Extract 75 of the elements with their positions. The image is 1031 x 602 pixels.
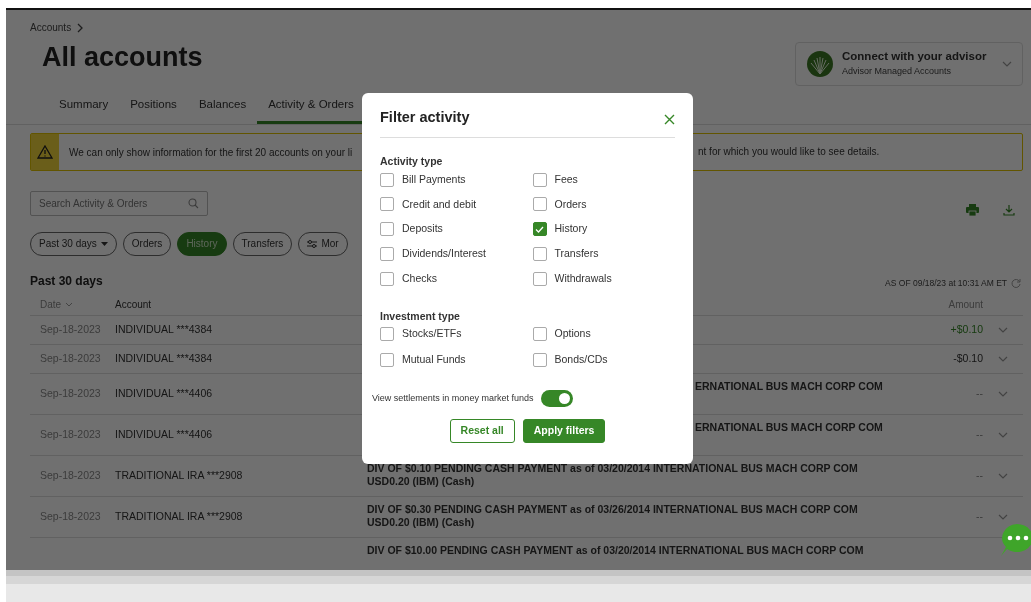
table-cell: TRADITIONAL IRA ***2908 xyxy=(115,468,243,481)
filter-chip[interactable]: Transfers xyxy=(232,231,293,256)
table-cell: INDIVIDUAL ***4406 xyxy=(115,386,213,399)
timestamp: AS OF 09/18/23 at 10:31 AM ET xyxy=(885,277,1007,290)
chevron-down-icon[interactable] xyxy=(998,356,1008,363)
checkbox-option[interactable]: Options xyxy=(532,326,675,342)
checkbox-option[interactable]: Mutual Funds xyxy=(380,352,523,368)
checkbox-option[interactable]: Orders xyxy=(532,196,675,213)
description-text: USD0.20 (IBM) (Cash) xyxy=(367,516,476,531)
amount: -- xyxy=(976,509,983,522)
toggle-switch[interactable] xyxy=(541,389,574,407)
description-text: DIV OF $0.10 PENDING CASH PAYMENT as of 03/20/2014 INTERNATIONAL BUS MACH CORP COM xyxy=(367,461,859,476)
checkbox-option[interactable]: Checks xyxy=(380,270,523,287)
chevron-down-icon[interactable] xyxy=(998,432,1008,439)
search-field[interactable]: Search Activity & Orders xyxy=(30,190,208,216)
description-text: ERNATIONAL BUS MACH CORP COM xyxy=(695,420,883,435)
page-title: All accounts xyxy=(42,41,203,74)
apply-button[interactable]: Apply filters xyxy=(522,418,606,443)
logo-icon xyxy=(806,49,834,78)
description-text: ERNATIONAL BUS MACH CORP COM xyxy=(695,379,883,394)
chevron-down-icon[interactable] xyxy=(998,473,1008,480)
checkbox-option[interactable]: Withdrawals xyxy=(532,270,675,287)
warning-icon xyxy=(37,144,53,159)
refresh-icon[interactable] xyxy=(1011,278,1021,289)
sliders-icon xyxy=(307,239,318,248)
search-icon xyxy=(188,197,199,209)
reset-button[interactable]: Reset all xyxy=(449,418,515,443)
check-icon xyxy=(535,225,544,233)
section-heading: Investment type xyxy=(380,308,461,324)
tab[interactable]: Positions xyxy=(119,89,188,124)
table-cell: TRADITIONAL IRA ***2908 xyxy=(115,509,243,522)
chevron-right-icon xyxy=(77,22,85,33)
filter-chip[interactable]: Orders xyxy=(122,231,172,256)
dialog-title: Filter activity xyxy=(380,108,470,127)
chevron-down-icon xyxy=(65,301,74,307)
advisor-subtitle: Advisor Managed Accounts xyxy=(842,65,953,79)
chevron-down-icon[interactable] xyxy=(998,514,1008,521)
section-title: Past 30 days xyxy=(30,272,103,290)
caret-down-icon xyxy=(100,241,108,246)
advisor-title: Connect with your advisor xyxy=(842,49,988,65)
amount: -- xyxy=(976,427,983,440)
tab[interactable]: Balances xyxy=(187,89,258,124)
print-icon[interactable] xyxy=(966,203,979,216)
download-icon[interactable] xyxy=(1003,203,1015,216)
tab[interactable]: Summary xyxy=(48,89,120,124)
chevron-down-icon[interactable] xyxy=(998,327,1008,334)
checkbox-option[interactable]: Stocks/ETFs xyxy=(380,326,523,342)
checkbox-option[interactable]: Bonds/CDs xyxy=(532,352,675,368)
filter-chip[interactable]: Mor xyxy=(298,231,348,256)
checkbox-option[interactable]: Bill Payments xyxy=(380,171,523,188)
close-icon xyxy=(664,114,675,126)
checkbox-option[interactable]: Dividends/Interest xyxy=(380,246,523,262)
toggle-label: View settlements in money market funds xyxy=(372,391,534,405)
description-text: USD0.20 (IBM) (Cash) xyxy=(367,475,476,490)
amount: +$0.10 xyxy=(950,322,983,335)
table-cell: INDIVIDUAL ***4406 xyxy=(115,427,213,440)
advisor-card[interactable]: Connect with your advisor Advisor Managed Accounts xyxy=(795,41,1023,86)
description-text: DIV OF $10.00 PENDING CASH PAYMENT as of 03/20/2014 INTERNATIONAL BUS MACH CORP COM xyxy=(367,543,865,558)
checkbox-option[interactable]: Credit and debit xyxy=(380,196,523,213)
chevron-down-icon[interactable] xyxy=(998,391,1008,398)
chevron-down-icon xyxy=(1002,60,1012,67)
amount: -- xyxy=(976,386,983,399)
filter-chip[interactable]: Past 30 days xyxy=(30,231,117,256)
amount: -$0.10 xyxy=(953,351,983,364)
checkbox-option[interactable]: Deposits xyxy=(380,221,523,237)
checkbox-option[interactable]: Transfers xyxy=(532,246,675,262)
banner-text: nt for which you would like to see details. xyxy=(698,145,880,160)
table-cell: INDIVIDUAL ***4384 xyxy=(115,351,213,364)
checkbox-option[interactable]: History xyxy=(532,221,675,237)
checkbox-option[interactable]: Fees xyxy=(532,171,675,188)
table-cell: INDIVIDUAL ***4384 xyxy=(115,322,213,335)
column-header: Account xyxy=(115,297,152,312)
section-heading: Activity type xyxy=(380,154,444,169)
amount: -- xyxy=(976,468,983,481)
description-text: DIV OF $0.30 PENDING CASH PAYMENT as of 03/26/2014 INTERNATIONAL BUS MACH CORP COM xyxy=(367,502,859,517)
